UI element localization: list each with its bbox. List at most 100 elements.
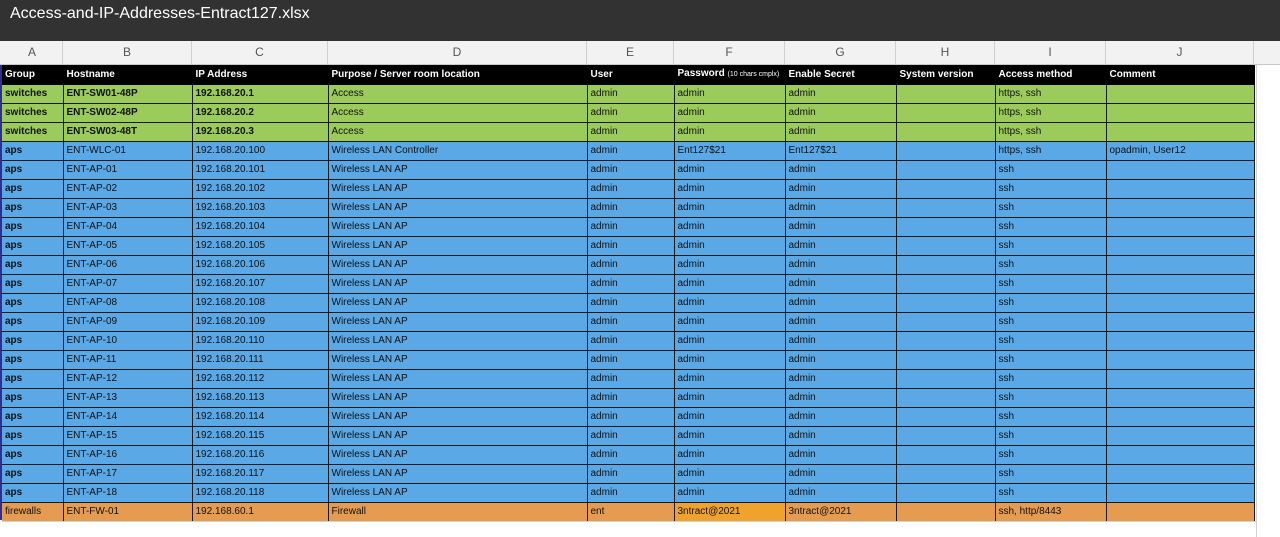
cell-access-method[interactable]: ssh bbox=[995, 388, 1107, 408]
cell-ip[interactable]: 192.168.20.100 bbox=[192, 141, 329, 161]
cell-enable-secret[interactable]: admin bbox=[785, 369, 897, 389]
cell-password[interactable]: admin bbox=[674, 255, 786, 275]
cell-ip[interactable]: 192.168.20.112 bbox=[192, 369, 329, 389]
cell-group[interactable]: aps bbox=[2, 464, 64, 484]
cell-group[interactable]: switches bbox=[2, 122, 64, 142]
cell-purpose[interactable]: Wireless LAN AP bbox=[328, 369, 588, 389]
cell-comment[interactable] bbox=[1106, 122, 1255, 142]
cell-enable-secret[interactable]: admin bbox=[785, 350, 897, 370]
header-hostname[interactable]: Hostname bbox=[63, 65, 193, 85]
cell-ip[interactable]: 192.168.20.108 bbox=[192, 293, 329, 313]
cell-purpose[interactable]: Wireless LAN AP bbox=[328, 426, 588, 446]
cell-system-version[interactable] bbox=[896, 369, 996, 389]
cell-enable-secret[interactable]: admin bbox=[785, 122, 897, 142]
cell-password[interactable]: Ent127$21 bbox=[674, 141, 786, 161]
cell-access-method[interactable]: ssh bbox=[995, 217, 1107, 237]
cell-enable-secret[interactable]: admin bbox=[785, 426, 897, 446]
cell-ip[interactable]: 192.168.20.116 bbox=[192, 445, 329, 465]
cell-hostname[interactable]: ENT-AP-09 bbox=[63, 312, 193, 332]
cell-purpose[interactable]: Wireless LAN AP bbox=[328, 179, 588, 199]
cell-enable-secret[interactable]: admin bbox=[785, 160, 897, 180]
cell-system-version[interactable] bbox=[896, 84, 996, 104]
cell-enable-secret[interactable]: admin bbox=[785, 293, 897, 313]
cell-comment[interactable] bbox=[1106, 255, 1255, 275]
cell-enable-secret[interactable]: admin bbox=[785, 274, 897, 294]
cell-hostname[interactable]: ENT-FW-01 bbox=[63, 502, 193, 522]
cell-system-version[interactable] bbox=[896, 160, 996, 180]
cell-hostname[interactable]: ENT-AP-14 bbox=[63, 407, 193, 427]
cell-hostname[interactable]: ENT-SW01-48P bbox=[63, 84, 193, 104]
cell-hostname[interactable]: ENT-AP-13 bbox=[63, 388, 193, 408]
cell-comment[interactable]: opadmin, User12 bbox=[1106, 141, 1255, 161]
cell-hostname[interactable]: ENT-WLC-01 bbox=[63, 141, 193, 161]
cell-access-method[interactable]: ssh bbox=[995, 312, 1107, 332]
cell-user[interactable]: ent bbox=[587, 502, 675, 522]
cell-purpose[interactable]: Firewall bbox=[328, 502, 588, 522]
cell-system-version[interactable] bbox=[896, 502, 996, 522]
cell-group[interactable]: switches bbox=[2, 84, 64, 104]
cell-purpose[interactable]: Access bbox=[328, 103, 588, 123]
header-enable-secret[interactable]: Enable Secret bbox=[785, 65, 897, 85]
cell-ip[interactable]: 192.168.20.106 bbox=[192, 255, 329, 275]
spreadsheet-grid[interactable]: ABCDEFGHIJ Group Hostname IP Address Pur… bbox=[0, 41, 1280, 537]
cell-purpose[interactable]: Wireless LAN AP bbox=[328, 445, 588, 465]
cell-user[interactable]: admin bbox=[587, 160, 675, 180]
cell-access-method[interactable]: ssh bbox=[995, 426, 1107, 446]
cell-purpose[interactable]: Wireless LAN AP bbox=[328, 293, 588, 313]
cell-ip[interactable]: 192.168.20.104 bbox=[192, 217, 329, 237]
cell-group[interactable]: switches bbox=[2, 103, 64, 123]
column-header-c[interactable]: C bbox=[192, 41, 328, 64]
cell-comment[interactable] bbox=[1106, 84, 1255, 104]
cell-user[interactable]: admin bbox=[587, 255, 675, 275]
cell-password[interactable]: 3ntract@2021 bbox=[674, 502, 786, 522]
cell-password[interactable]: admin bbox=[674, 350, 786, 370]
cell-comment[interactable] bbox=[1106, 160, 1255, 180]
cell-hostname[interactable]: ENT-AP-06 bbox=[63, 255, 193, 275]
cell-ip[interactable]: 192.168.20.114 bbox=[192, 407, 329, 427]
empty-row-area[interactable] bbox=[2, 521, 1256, 537]
cell-access-method[interactable]: ssh bbox=[995, 331, 1107, 351]
cell-group[interactable]: aps bbox=[2, 350, 64, 370]
cell-purpose[interactable]: Wireless LAN AP bbox=[328, 331, 588, 351]
cell-system-version[interactable] bbox=[896, 445, 996, 465]
cell-ip[interactable]: 192.168.20.110 bbox=[192, 331, 329, 351]
cell-enable-secret[interactable]: admin bbox=[785, 103, 897, 123]
cell-purpose[interactable]: Wireless LAN AP bbox=[328, 198, 588, 218]
cell-ip[interactable]: 192.168.20.1 bbox=[192, 84, 329, 104]
cell-access-method[interactable]: https, ssh bbox=[995, 84, 1107, 104]
header-password[interactable]: Password (10 chars cmplx) bbox=[674, 65, 786, 85]
cell-system-version[interactable] bbox=[896, 217, 996, 237]
cell-user[interactable]: admin bbox=[587, 198, 675, 218]
cell-comment[interactable] bbox=[1106, 502, 1255, 522]
cell-system-version[interactable] bbox=[896, 122, 996, 142]
cell-enable-secret[interactable]: admin bbox=[785, 388, 897, 408]
cell-comment[interactable] bbox=[1106, 312, 1255, 332]
cell-system-version[interactable] bbox=[896, 331, 996, 351]
cell-group[interactable]: aps bbox=[2, 388, 64, 408]
cell-hostname[interactable]: ENT-SW03-48T bbox=[63, 122, 193, 142]
cell-access-method[interactable]: ssh bbox=[995, 350, 1107, 370]
cell-access-method[interactable]: ssh bbox=[995, 293, 1107, 313]
cell-hostname[interactable]: ENT-AP-04 bbox=[63, 217, 193, 237]
cell-ip[interactable]: 192.168.20.103 bbox=[192, 198, 329, 218]
cell-hostname[interactable]: ENT-SW02-48P bbox=[63, 103, 193, 123]
cell-enable-secret[interactable]: admin bbox=[785, 198, 897, 218]
cell-access-method[interactable]: ssh bbox=[995, 160, 1107, 180]
cell-comment[interactable] bbox=[1106, 236, 1255, 256]
cell-purpose[interactable]: Wireless LAN AP bbox=[328, 464, 588, 484]
cell-comment[interactable] bbox=[1106, 464, 1255, 484]
header-purpose[interactable]: Purpose / Server room location bbox=[328, 65, 588, 85]
cell-enable-secret[interactable]: Ent127$21 bbox=[785, 141, 897, 161]
cell-purpose[interactable]: Access bbox=[328, 122, 588, 142]
cell-password[interactable]: admin bbox=[674, 236, 786, 256]
cell-group[interactable]: aps bbox=[2, 217, 64, 237]
cell-system-version[interactable] bbox=[896, 483, 996, 503]
cell-ip[interactable]: 192.168.20.115 bbox=[192, 426, 329, 446]
cell-purpose[interactable]: Wireless LAN AP bbox=[328, 483, 588, 503]
column-header-e[interactable]: E bbox=[587, 41, 674, 64]
cell-comment[interactable] bbox=[1106, 331, 1255, 351]
cell-ip[interactable]: 192.168.20.101 bbox=[192, 160, 329, 180]
cell-system-version[interactable] bbox=[896, 236, 996, 256]
cell-password[interactable]: admin bbox=[674, 407, 786, 427]
cell-password[interactable]: admin bbox=[674, 464, 786, 484]
